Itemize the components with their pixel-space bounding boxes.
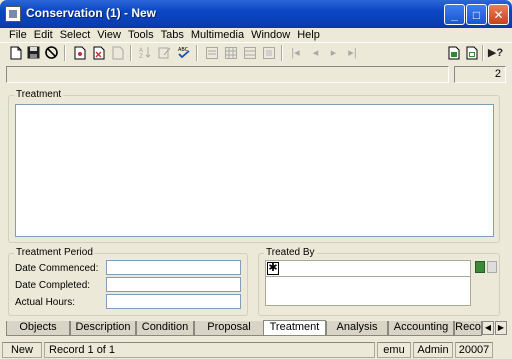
- tab-description[interactable]: Description: [70, 321, 136, 336]
- prev-record-icon: ◂: [312, 47, 319, 59]
- tab-condition[interactable]: Condition: [136, 321, 194, 336]
- maximize-button[interactable]: □: [466, 4, 487, 25]
- toolbar-separator: [281, 45, 283, 61]
- page-icon[interactable]: [72, 45, 87, 60]
- attach-button[interactable]: [475, 261, 485, 273]
- new-row-marker-icon: ✱: [267, 262, 279, 275]
- treated-by-group: Treated By ✱: [258, 247, 500, 316]
- menu-bar: File Edit Select View Tools Tabs Multime…: [0, 28, 512, 42]
- sort-icon: AZ: [138, 45, 153, 60]
- svg-text:Z: Z: [139, 53, 143, 59]
- status-user: Admin: [413, 342, 453, 358]
- first-record-icon: |◂: [291, 47, 300, 59]
- treated-by-new-row[interactable]: ✱: [266, 261, 470, 277]
- status-bar: New Record 1 of 1 emu Admin 20007: [0, 341, 512, 359]
- treated-by-list[interactable]: ✱: [265, 260, 471, 306]
- tab-analysis[interactable]: Analysis: [326, 321, 388, 336]
- treatment-textarea[interactable]: [15, 104, 494, 237]
- status-mode: New: [2, 342, 42, 358]
- menu-file[interactable]: File: [6, 28, 31, 42]
- view3-icon: [242, 45, 257, 60]
- view4-icon: [261, 45, 276, 60]
- tab-strip: Objects Description Condition Proposal T…: [6, 320, 507, 337]
- date-commenced-field[interactable]: [106, 260, 241, 275]
- menu-help[interactable]: Help: [294, 28, 324, 42]
- actual-hours-field[interactable]: [106, 294, 241, 309]
- doc-green2-icon[interactable]: [464, 45, 479, 60]
- toolbar-separator: [64, 45, 66, 61]
- toolbar: AZ ABC |◂ ◂ ▸ ▸| ▶?: [0, 42, 512, 62]
- date-completed-field[interactable]: [106, 277, 241, 292]
- treatment-label: Treatment: [14, 89, 64, 100]
- save-icon[interactable]: [26, 45, 41, 60]
- view2-icon: [223, 45, 238, 60]
- help-icon[interactable]: ▶?: [488, 45, 503, 60]
- date-completed-label: Date Completed:: [15, 280, 91, 291]
- treated-by-label: Treated By: [264, 247, 317, 258]
- page-delete-icon[interactable]: [91, 45, 106, 60]
- status-port: 20007: [455, 342, 493, 358]
- tab-scroll-right-icon[interactable]: ▶: [495, 321, 507, 335]
- tab-scroll-left-icon[interactable]: ◀: [482, 321, 494, 335]
- menu-multimedia[interactable]: Multimedia: [188, 28, 248, 42]
- page-copy-icon: [110, 45, 125, 60]
- close-button[interactable]: ✕: [488, 4, 509, 25]
- tab-treatment[interactable]: Treatment: [263, 320, 326, 336]
- window-title: Conservation (1) - New: [26, 6, 157, 20]
- last-record-icon: ▸|: [348, 47, 357, 59]
- toolbar-separator: [130, 45, 132, 61]
- menu-edit[interactable]: Edit: [31, 28, 57, 42]
- cancel-icon[interactable]: [44, 45, 59, 60]
- menu-tabs[interactable]: Tabs: [158, 28, 188, 42]
- date-commenced-label: Date Commenced:: [15, 263, 99, 274]
- title-bar: Conservation (1) - New _ □ ✕: [0, 0, 512, 28]
- status-record: Record 1 of 1: [44, 342, 375, 358]
- toolbar-separator: [482, 45, 484, 61]
- summary-field: [6, 66, 449, 83]
- app-icon[interactable]: [5, 6, 21, 22]
- view-attachment-button[interactable]: [487, 261, 497, 273]
- menu-view[interactable]: View: [94, 28, 125, 42]
- actual-hours-label: Actual Hours:: [15, 297, 76, 308]
- treatment-period-group: Treatment Period Date Commenced: Date Co…: [8, 247, 248, 316]
- treatment-period-label: Treatment Period: [14, 247, 95, 258]
- new-icon[interactable]: [8, 45, 23, 60]
- status-database: emu: [377, 342, 411, 358]
- edit-icon: [157, 45, 172, 60]
- doc-green-icon[interactable]: [446, 45, 461, 60]
- menu-tools[interactable]: Tools: [125, 28, 158, 42]
- spellcheck-icon[interactable]: ABC: [176, 45, 191, 60]
- tab-objects[interactable]: Objects: [6, 321, 70, 336]
- tab-proposal[interactable]: Proposal: [194, 321, 264, 336]
- tab-accounting[interactable]: Accounting: [388, 321, 454, 336]
- toolbar-separator: [196, 45, 198, 61]
- record-count: 2: [454, 66, 506, 83]
- menu-select[interactable]: Select: [57, 28, 95, 42]
- next-record-icon: ▸: [330, 47, 337, 59]
- view1-icon: [204, 45, 219, 60]
- summary-row: 2: [6, 66, 506, 83]
- treatment-group: Treatment: [8, 89, 500, 243]
- tab-records[interactable]: Reco: [454, 321, 482, 336]
- minimize-button[interactable]: _: [444, 4, 465, 25]
- menu-window[interactable]: Window: [248, 28, 294, 42]
